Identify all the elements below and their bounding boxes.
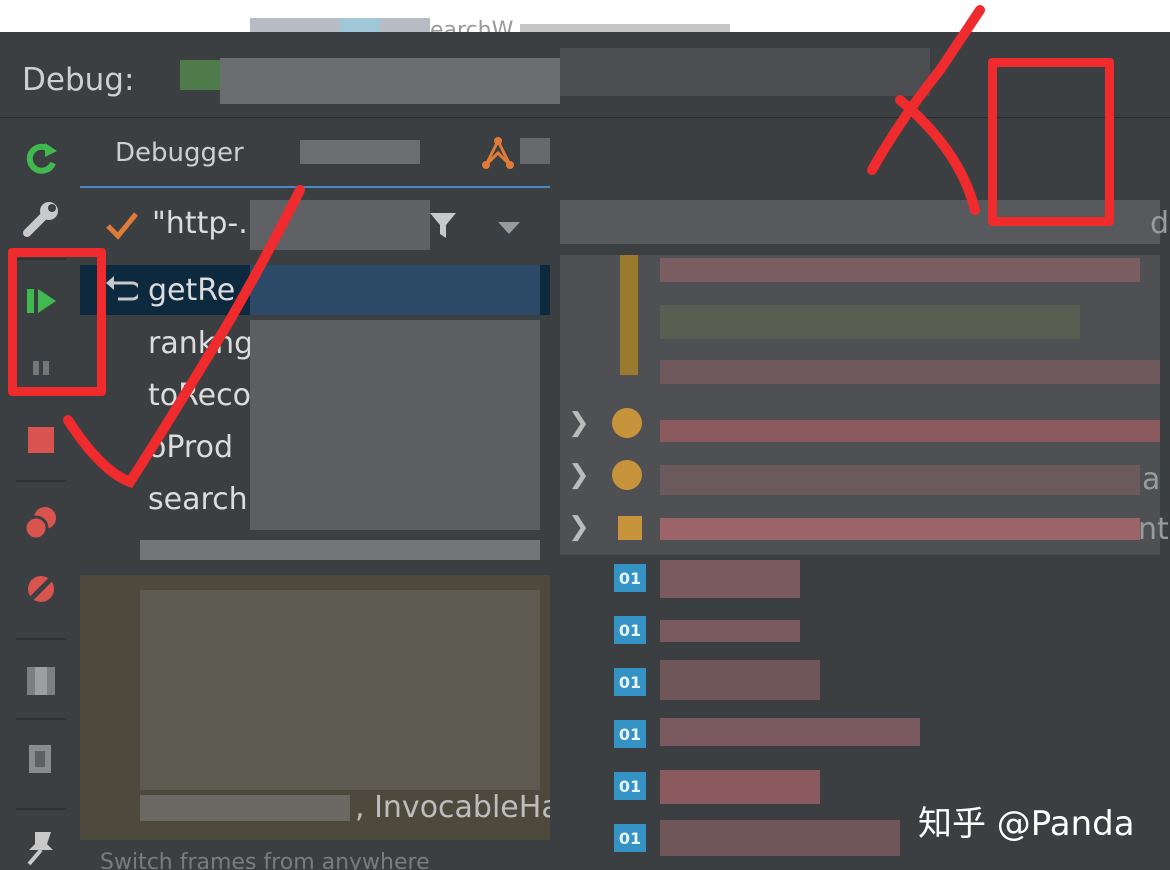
watermark: 知乎 @Panda (918, 804, 1135, 844)
annotation-strokes (63, 5, 985, 489)
